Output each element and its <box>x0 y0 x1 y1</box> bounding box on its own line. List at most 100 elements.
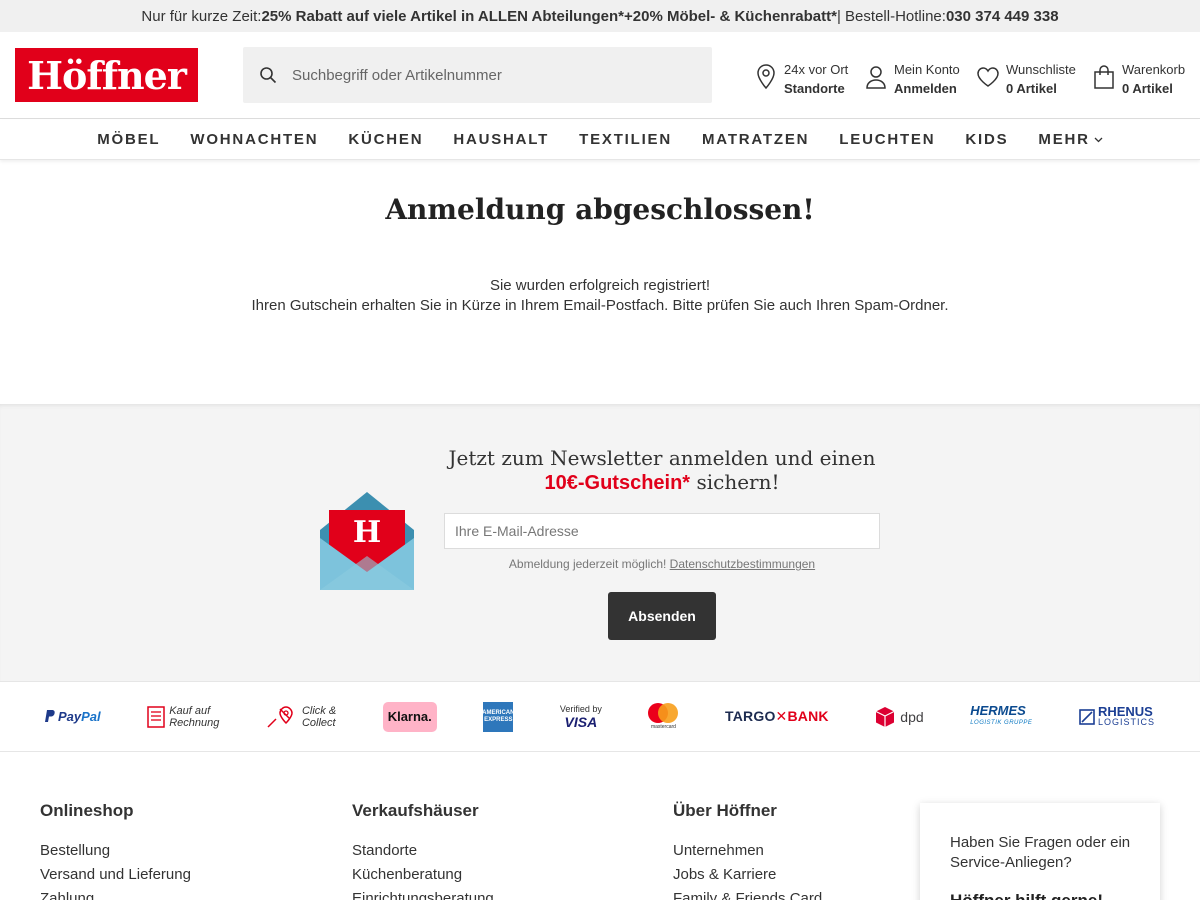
cart-count: 0 Artikel <box>1122 81 1173 96</box>
confirmation-line-1: Sie wurden erfolgreich registriert! <box>489 277 711 294</box>
paypal-logo: Pay Pal <box>45 709 101 724</box>
promo-offer[interactable]: 25% Rabatt auf viele Artikel in ALLEN Ab… <box>261 8 837 25</box>
verified-by-visa-logo: Verified by VISA <box>560 704 602 729</box>
envelope-letter: H <box>353 515 381 550</box>
footer-link-kuechenberatung[interactable]: Küchenberatung <box>352 863 494 887</box>
hermes-sub-text: LOGISTIK GRUPPE <box>970 719 1033 726</box>
login-label: Anmelden <box>894 81 957 96</box>
footer-heading-verkaufshaeuser: Verkaufshäuser <box>352 801 479 820</box>
envelope-icon: H <box>319 490 415 592</box>
rhenus-text: RHENUS <box>1097 703 1153 719</box>
privacy-link[interactable]: Datenschutzbestimmungen <box>670 557 815 571</box>
wishlist-count: 0 Artikel <box>1006 81 1057 96</box>
shopping-bag-icon <box>1092 63 1116 91</box>
rhenus-icon <box>1079 708 1095 725</box>
nav-item-matratzen[interactable]: MATRATZEN <box>702 131 809 148</box>
nav-item-kids[interactable]: KIDS <box>965 131 1008 148</box>
nav-item-kuechen[interactable]: KÜCHEN <box>348 131 423 148</box>
newsletter-note: Abmeldung jederzeit möglich! Datenschutz… <box>444 557 880 571</box>
help-card[interactable]: Haben Sie Fragen oder ein Service-Anlieg… <box>920 803 1160 900</box>
account-link[interactable]: Mein Konto Anmelden <box>864 60 960 100</box>
footer-col-ueber-hoeffner: Über Höffner Unternehmen Jobs & Karriere… <box>673 801 822 900</box>
invoice-icon <box>147 705 165 728</box>
rhenus-logo: RHENUS LOGISTICS <box>1079 703 1155 727</box>
dpd-cube-icon <box>876 706 895 727</box>
stores-label: Standorte <box>784 81 845 96</box>
wishlist-link[interactable]: Wunschliste 0 Artikel <box>976 60 1076 100</box>
main-nav: MÖBEL WOHNACHTEN KÜCHEN HAUSHALT TEXTILI… <box>0 120 1200 160</box>
footer-link-unternehmen[interactable]: Unternehmen <box>673 839 822 863</box>
newsletter-headline: Jetzt zum Newsletter anmelden und einen … <box>447 446 877 495</box>
footer-heading-onlineshop: Onlineshop <box>40 801 134 820</box>
cart-label: Warenkorb <box>1122 62 1186 77</box>
nav-item-wohnachten[interactable]: WOHNACHTEN <box>190 131 318 148</box>
hotline-number[interactable]: 030 374 449 338 <box>946 8 1059 25</box>
invoice-logo: Kauf auf Rechnung <box>147 705 219 729</box>
newsletter-note-text: Abmeldung jederzeit möglich! <box>508 557 670 571</box>
footer-heading-ueber-hoeffner: Über Höffner <box>673 801 777 820</box>
newsletter-section: Jetzt zum Newsletter anmelden und einen … <box>0 404 1200 681</box>
confirmation-line-2: Ihren Gutschein erhalten Sie in Kürze in… <box>251 297 949 314</box>
nav-item-mehr-label: MEHR <box>1038 131 1090 148</box>
footer-link-bestellung[interactable]: Bestellung <box>40 839 191 863</box>
account-label: Mein Konto <box>894 62 960 77</box>
search-bar[interactable] <box>243 47 712 103</box>
footer-link-jobs[interactable]: Jobs & Karriere <box>673 863 822 887</box>
bank-text: BANK <box>787 708 829 724</box>
mastercard-text: mastercard <box>650 724 676 730</box>
newsletter-email-input[interactable] <box>444 513 880 549</box>
nav-item-textilien[interactable]: TEXTILIEN <box>579 131 672 148</box>
help-title: Höffner hilft gerne! <box>950 891 1140 900</box>
footer-link-zahlung[interactable]: Zahlung <box>40 887 191 900</box>
click-collect-label-2: Collect <box>301 716 336 729</box>
hoeffner-logo[interactable]: Höffner <box>15 48 198 102</box>
newsletter-submit-button[interactable]: Absenden <box>608 592 716 640</box>
stores-count: 24x vor Ort <box>784 62 849 77</box>
footer-link-standorte[interactable]: Standorte <box>352 839 494 863</box>
confirmation-message: Sie wurden erfolgreich registriert! Ihre… <box>0 276 1200 316</box>
mastercard-icon <box>648 703 679 723</box>
nav-item-haushalt[interactable]: HAUSHALT <box>453 131 549 148</box>
site-header: Höffner 24x vor Ort Standorte Mein Konto… <box>0 32 1200 119</box>
mastercard-logo: mastercard <box>648 703 679 730</box>
stores-link[interactable]: 24x vor Ort Standorte <box>754 60 848 100</box>
click-collect-logo: Click & Collect <box>266 705 336 729</box>
newsletter-headline-1: Jetzt zum Newsletter anmelden und einen <box>448 446 876 470</box>
newsletter-voucher: 10€-Gutschein* <box>544 472 691 494</box>
click-collect-label: Click & Collect <box>302 705 336 729</box>
targobank-logo: TARGO✕BANK <box>725 708 829 725</box>
dpd-logo: dpd <box>875 706 924 728</box>
visa-text: VISA <box>564 714 598 730</box>
amex-logo: AMERICAN EXPRESS <box>482 701 514 732</box>
hermes-text: HERMES <box>970 702 1026 718</box>
footer-link-einrichtungsberatung[interactable]: Einrichtungsberatung <box>352 887 494 900</box>
promo-bar: Nur für kurze Zeit: 25% Rabatt auf viele… <box>0 0 1200 32</box>
nav-item-leuchten[interactable]: LEUCHTEN <box>839 131 935 148</box>
paypal-icon <box>45 710 55 722</box>
search-input[interactable] <box>292 55 692 95</box>
user-icon <box>864 63 888 91</box>
hermes-logo: HERMES LOGISTIK GRUPPE <box>970 704 1032 730</box>
nav-item-mehr[interactable]: MEHR <box>1038 131 1103 148</box>
click-collect-icon <box>267 705 293 728</box>
invoice-label: Kauf auf Rechnung <box>169 705 219 729</box>
footer-col-verkaufshaeuser: Verkaufshäuser Standorte Küchenberatung … <box>352 801 494 900</box>
klarna-logo: Klarna. <box>382 701 437 732</box>
heart-icon <box>976 63 1000 91</box>
nav-item-moebel[interactable]: MÖBEL <box>97 131 160 148</box>
wishlist-label: Wunschliste <box>1006 62 1076 77</box>
logo-text: Höffner <box>27 52 187 98</box>
promo-lead: Nur für kurze Zeit: <box>141 7 262 25</box>
footer-link-family-friends[interactable]: Family & Friends Card <box>673 887 822 900</box>
paypal-text-2: Pal <box>81 709 101 724</box>
targo-x-icon: ✕ <box>775 708 788 724</box>
search-icon[interactable] <box>258 65 278 85</box>
paypal-text-1: Pay <box>58 709 82 724</box>
footer-link-versand[interactable]: Versand und Lieferung <box>40 863 191 887</box>
dpd-text: dpd <box>900 708 924 725</box>
footer-col-onlineshop: Onlineshop Bestellung Versand und Liefer… <box>40 801 191 900</box>
rhenus-sub-text: LOGISTICS <box>1097 716 1155 727</box>
location-pin-icon <box>754 63 778 91</box>
cart-link[interactable]: Warenkorb 0 Artikel <box>1092 60 1185 100</box>
promo-separator: | Bestell-Hotline: <box>836 7 946 25</box>
